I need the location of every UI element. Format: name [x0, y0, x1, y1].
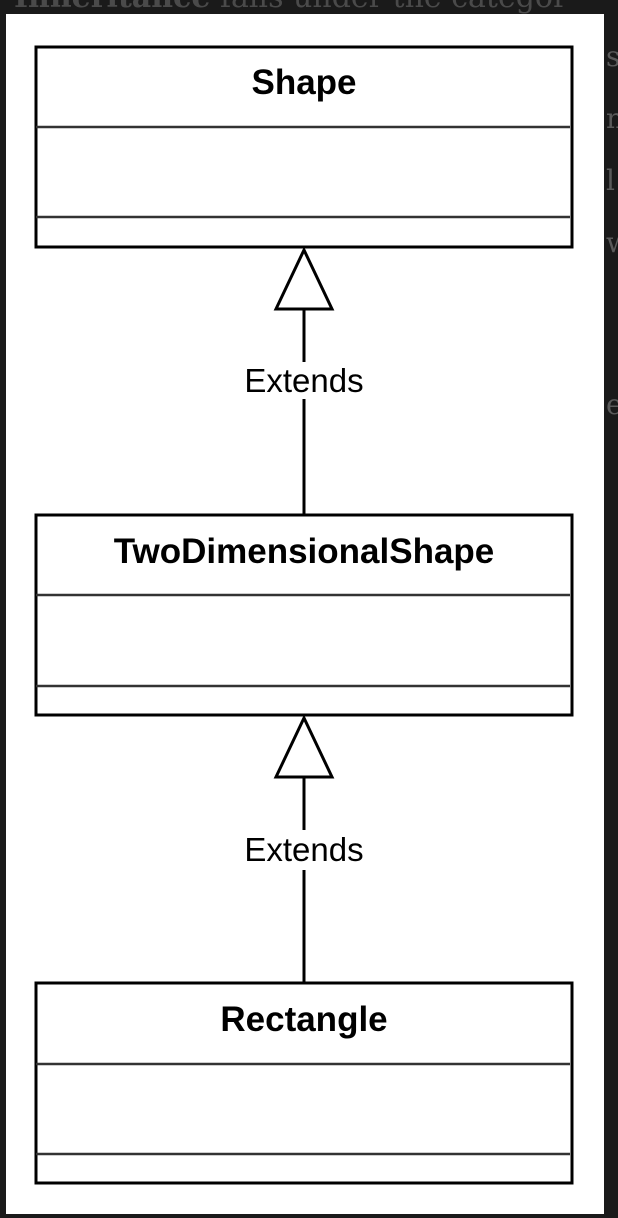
background-fragment: n	[606, 102, 618, 135]
class-name-rectangle: Rectangle	[220, 1000, 387, 1039]
background-fragment: e	[606, 388, 618, 421]
class-name-two-dimensional-shape: TwoDimensionalShape	[114, 532, 495, 571]
background-fragment: w	[606, 226, 618, 259]
class-box-rectangle: Rectangle	[34, 981, 574, 1185]
relation-label: Extends	[244, 831, 363, 868]
page: Inheritance falls under the categor s) n…	[0, 0, 618, 1218]
background-heading: Inheritance falls under the categor	[14, 0, 567, 15]
inheritance-triangle-icon	[273, 246, 335, 311]
background-heading-bold: Inheritance	[14, 0, 210, 15]
diagram-canvas: Shape Extends TwoDimensionalShape Extend…	[6, 14, 604, 1214]
background-fragment: s)	[606, 40, 618, 73]
background-fragment: l	[606, 164, 615, 197]
class-box-two-dimensional-shape: TwoDimensionalShape	[34, 513, 574, 717]
inheritance-arrow-2: Extends	[244, 714, 364, 982]
relation-label: Extends	[244, 362, 363, 399]
uml-diagram: Shape Extends TwoDimensionalShape Extend…	[34, 45, 574, 1185]
background-heading-rest: falls under the categor	[210, 0, 567, 15]
class-box-shape: Shape	[34, 45, 574, 249]
class-name-shape: Shape	[251, 63, 356, 102]
inheritance-arrow-1: Extends	[244, 246, 364, 514]
inheritance-triangle-icon	[273, 714, 335, 779]
